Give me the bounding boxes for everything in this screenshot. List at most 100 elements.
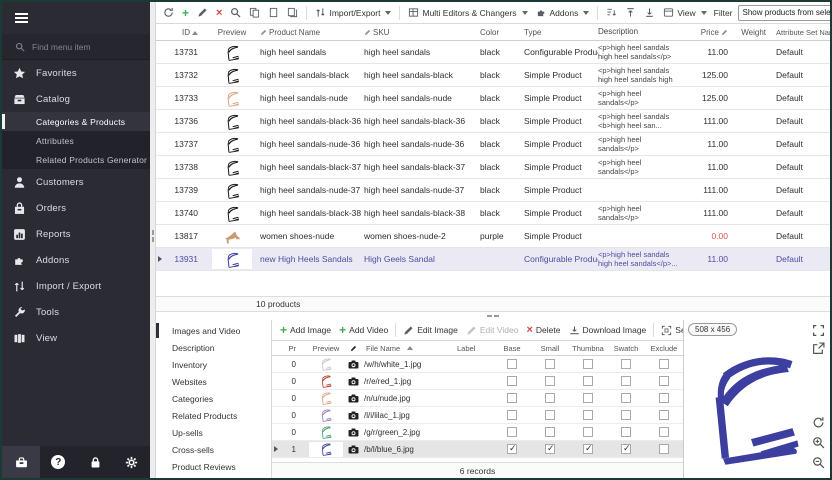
table-row[interactable]: 13739 high heel sandals-nude-37 high hee… [156, 179, 830, 202]
column-header-product-name[interactable]: Product Name [260, 28, 364, 37]
zoom-in-button[interactable] [812, 436, 825, 449]
column-header-swatch[interactable]: Swatch [607, 344, 645, 353]
detail-tab[interactable]: Product Reviews [156, 458, 271, 475]
column-header-price[interactable]: Price [686, 28, 728, 37]
table-row[interactable]: 13817 women shoes-nude women shoes-nude-… [156, 225, 830, 248]
column-header-small[interactable]: Small [531, 344, 569, 353]
multi-editors-button[interactable]: Multi Editors & Changers [405, 5, 530, 20]
import-export-button[interactable]: Import/Export [312, 5, 394, 20]
thumbnail-checkbox[interactable] [583, 444, 593, 454]
move-top-button[interactable] [622, 5, 639, 20]
detail-tab[interactable]: Websites [156, 373, 271, 390]
category-filter-select[interactable]: Show products from selected categories [738, 5, 830, 21]
table-row[interactable]: 13737 high heel sandals-nude-36 high hee… [156, 133, 830, 156]
column-header-sku[interactable]: SKU [364, 28, 480, 37]
table-row[interactable]: 13931 new High Heels Sandals High Geels … [156, 248, 830, 271]
sidebar-item-reports[interactable]: Reports [2, 221, 150, 247]
column-header-file-name[interactable]: File Name [348, 344, 457, 353]
swatch-checkbox[interactable] [621, 444, 631, 454]
sidebar-item-favorites[interactable]: Favorites [2, 60, 150, 86]
column-header-base[interactable]: Base [493, 344, 531, 353]
addons-button[interactable]: Addons [533, 5, 593, 20]
column-header-exclude[interactable]: Exclude [645, 344, 683, 353]
column-header-preview[interactable]: Preview [304, 344, 348, 353]
base-checkbox[interactable] [507, 393, 517, 403]
base-checkbox[interactable] [507, 376, 517, 386]
hamburger-menu-icon[interactable] [15, 13, 28, 23]
image-row[interactable]: 0 /n/u/nude.jpg [272, 390, 683, 407]
add-product-button[interactable]: + [179, 6, 192, 20]
exclude-checkbox[interactable] [659, 393, 669, 403]
table-row[interactable]: 13731 high heel sandals high heel sandal… [156, 41, 830, 64]
fullscreen-button[interactable] [812, 324, 825, 337]
sidebar-item-catalog[interactable]: Catalog [2, 86, 150, 112]
sidebar-item-import-export[interactable]: Import / Export [2, 273, 150, 299]
table-row[interactable]: 13732 high heel sandals-black high heel … [156, 64, 830, 87]
edit-image-button[interactable]: Edit Image [399, 323, 462, 338]
help-button[interactable]: ? [40, 446, 77, 478]
move-bottom-button[interactable] [641, 5, 658, 20]
table-row[interactable]: 13738 high heel sandals-black-37 high he… [156, 156, 830, 179]
swatch-checkbox[interactable] [621, 427, 631, 437]
exclude-checkbox[interactable] [659, 444, 669, 454]
expand-tree-button[interactable] [603, 5, 620, 20]
swatch-checkbox[interactable] [621, 410, 631, 420]
detail-tab[interactable]: Up-sells [156, 424, 271, 441]
thumbnail-checkbox[interactable] [583, 376, 593, 386]
exclude-checkbox[interactable] [659, 427, 669, 437]
download-image-button[interactable]: Download Image [565, 323, 651, 338]
set-resize-rule-button[interactable]: Set Resize Rule [657, 323, 683, 338]
view-button[interactable]: View [660, 5, 709, 20]
base-checkbox[interactable] [507, 410, 517, 420]
exclude-checkbox[interactable] [659, 410, 669, 420]
sidebar-item-tools[interactable]: Tools [2, 299, 150, 325]
delete-product-button[interactable]: × [213, 6, 225, 20]
base-checkbox[interactable] [507, 444, 517, 454]
exclude-checkbox[interactable] [659, 376, 669, 386]
table-row[interactable]: 13736 high heel sandals-black-36 high he… [156, 110, 830, 133]
duplicate-button[interactable] [284, 5, 301, 20]
column-header-thumbnail[interactable]: Thumbna [569, 344, 607, 353]
swatch-checkbox[interactable] [621, 393, 631, 403]
detail-tab[interactable]: Inventory [156, 356, 271, 373]
detail-tab[interactable]: Description [156, 339, 271, 356]
delete-image-button[interactable]: ×Delete [522, 323, 564, 337]
small-checkbox[interactable] [545, 393, 555, 403]
detail-tab[interactable]: Cross-sells [156, 441, 271, 458]
image-row[interactable]: 0 /l/i/lilac_1.jpg [272, 407, 683, 424]
image-row[interactable]: 1 /b/l/blue_6.jpg [272, 441, 683, 458]
column-header-preview[interactable]: Preview [204, 28, 260, 37]
column-header-id[interactable]: ID [164, 28, 204, 37]
swatch-checkbox[interactable] [621, 376, 631, 386]
column-header-pr[interactable]: Pr [280, 344, 304, 353]
exclude-checkbox[interactable] [659, 359, 669, 369]
rotate-button[interactable] [812, 416, 825, 429]
add-image-button[interactable]: +Add Image [276, 323, 335, 337]
column-header-type[interactable]: Type [524, 28, 598, 37]
thumbnail-checkbox[interactable] [583, 393, 593, 403]
image-row[interactable]: 0 /w/h/white_1.jpg [272, 356, 683, 373]
settings-button[interactable] [113, 446, 150, 478]
sidebar-item-customers[interactable]: Customers [2, 169, 150, 195]
base-checkbox[interactable] [507, 427, 517, 437]
paste-button[interactable] [265, 5, 282, 20]
image-row[interactable]: 0 /r/e/red_1.jpg [272, 373, 683, 390]
toolbox-button[interactable] [2, 446, 40, 478]
edit-product-button[interactable] [194, 5, 211, 20]
swatch-checkbox[interactable] [621, 359, 631, 369]
sidebar-item-attributes[interactable]: Attributes [2, 131, 150, 150]
column-header-weight[interactable]: Weight [728, 28, 766, 37]
small-checkbox[interactable] [545, 359, 555, 369]
detail-tab[interactable]: Categories [156, 390, 271, 407]
column-header-attribute-set[interactable]: Attribute Set Name [766, 28, 830, 37]
column-header-description[interactable]: Description [598, 27, 686, 37]
detail-tab[interactable]: Related Products [156, 407, 271, 424]
small-checkbox[interactable] [545, 376, 555, 386]
edit-video-button[interactable]: Edit Video [462, 323, 523, 338]
sidebar-item-addons[interactable]: Addons [2, 247, 150, 273]
image-row[interactable]: 0 /g/r/green_2.jpg [272, 424, 683, 441]
small-checkbox[interactable] [545, 427, 555, 437]
bottom-panel-splitter[interactable] [156, 312, 830, 320]
thumbnail-checkbox[interactable] [583, 427, 593, 437]
menu-search-input[interactable]: Find menu item [2, 34, 150, 60]
